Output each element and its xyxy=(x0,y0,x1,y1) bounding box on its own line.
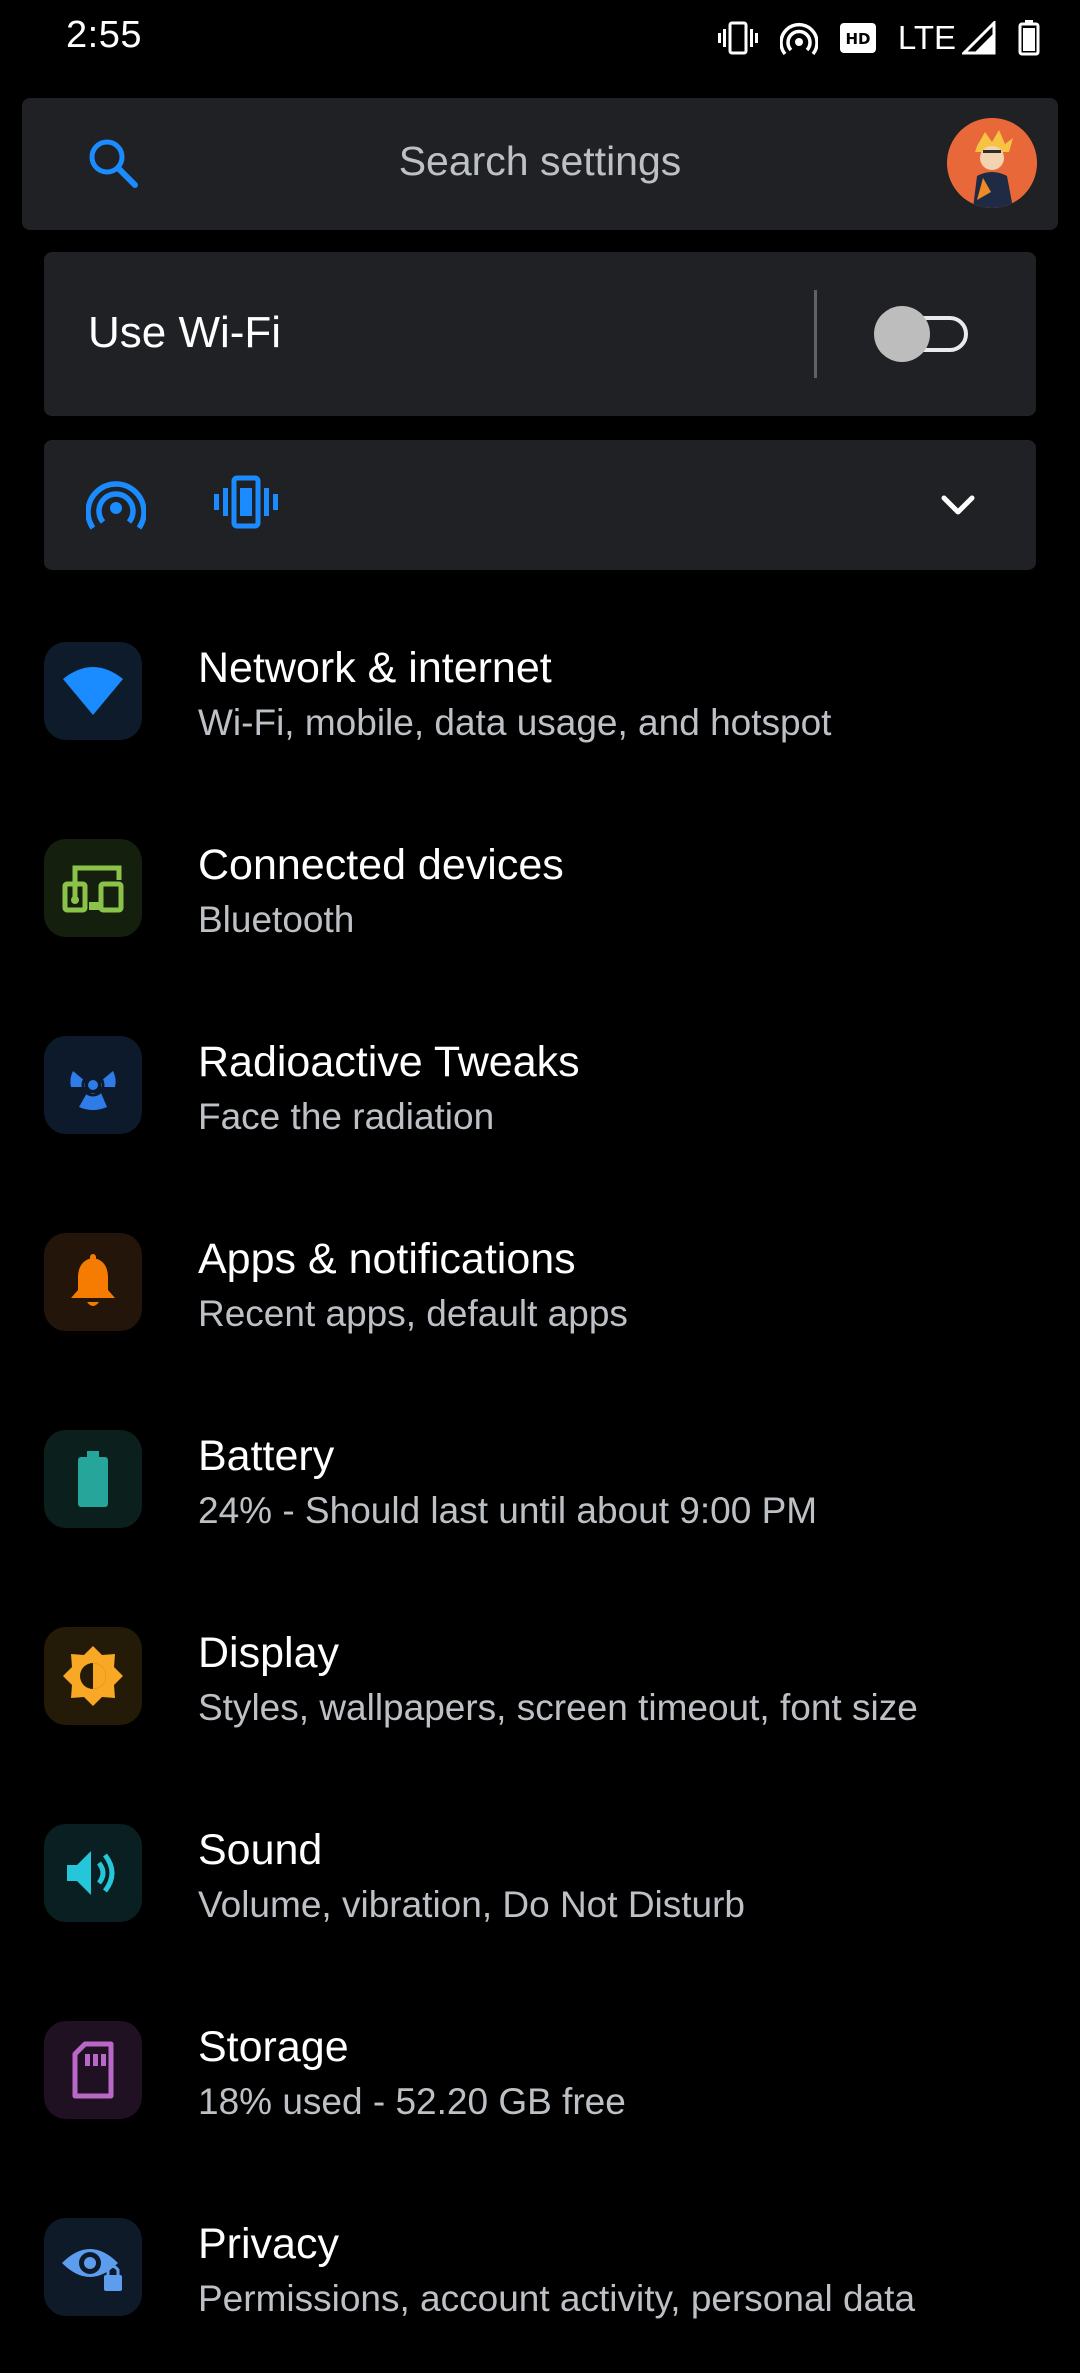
item-title: Connected devices xyxy=(198,841,564,889)
setting-display[interactable]: Display Styles, wallpapers, screen timeo… xyxy=(0,1585,1080,1782)
wifi-card[interactable]: Use Wi-Fi xyxy=(44,252,1036,416)
item-title: Apps & notifications xyxy=(198,1235,576,1283)
search-bar[interactable]: Search settings xyxy=(22,98,1058,230)
hotspot-icon[interactable] xyxy=(85,474,147,535)
signal-icon xyxy=(962,21,996,55)
network-type: LTE xyxy=(897,19,956,56)
search-input[interactable]: Search settings xyxy=(22,138,1058,185)
setting-radioactive-tweaks[interactable]: Radioactive Tweaks Face the radiation xyxy=(0,994,1080,1191)
item-title: Battery xyxy=(198,1432,335,1480)
radiation-icon xyxy=(44,1036,142,1134)
item-title: Privacy xyxy=(198,2220,339,2268)
wifi-toggle[interactable] xyxy=(874,306,974,362)
hd-icon: HD xyxy=(839,23,876,53)
status-icons: HD LTE xyxy=(717,16,1040,60)
item-title: Storage xyxy=(198,2023,349,2071)
setting-connected-devices[interactable]: Connected devices Bluetooth xyxy=(0,797,1080,994)
devices-icon xyxy=(44,839,142,937)
item-subtitle: Styles, wallpapers, screen timeout, font… xyxy=(198,1687,918,1728)
toggle-thumb xyxy=(874,306,930,362)
setting-sound[interactable]: Sound Volume, vibration, Do Not Disturb xyxy=(0,1782,1080,1979)
item-subtitle: Volume, vibration, Do Not Disturb xyxy=(198,1884,746,1925)
wifi-divider xyxy=(814,290,817,378)
item-subtitle: 24% - Should last until about 9:00 PM xyxy=(198,1490,818,1531)
item-subtitle: Recent apps, default apps xyxy=(198,1293,628,1334)
vibrate-icon[interactable] xyxy=(214,474,278,535)
status-bar: 2:55 HD LTE xyxy=(0,0,1080,80)
avatar[interactable] xyxy=(947,118,1037,208)
status-time: 2:55 xyxy=(66,14,142,56)
item-title: Radioactive Tweaks xyxy=(198,1038,580,1086)
brightness-icon xyxy=(44,1627,142,1725)
vibrate-icon xyxy=(717,20,758,56)
bell-icon xyxy=(44,1233,142,1331)
conditions-card[interactable] xyxy=(44,440,1036,570)
wifi-icon xyxy=(44,642,142,740)
item-subtitle: Bluetooth xyxy=(198,899,355,940)
battery-icon xyxy=(1018,20,1040,56)
wifi-label: Use Wi-Fi xyxy=(88,308,282,357)
item-subtitle: Permissions, account activity, personal … xyxy=(198,2278,916,2319)
item-title: Network & internet xyxy=(198,644,552,692)
chevron-down-icon[interactable] xyxy=(936,484,980,533)
setting-apps-notifications[interactable]: Apps & notifications Recent apps, defaul… xyxy=(0,1191,1080,1388)
privacy-icon xyxy=(44,2218,142,2316)
setting-battery[interactable]: Battery 24% - Should last until about 9:… xyxy=(0,1388,1080,1585)
item-subtitle: Wi-Fi, mobile, data usage, and hotspot xyxy=(198,702,832,743)
item-subtitle: Face the radiation xyxy=(198,1096,495,1137)
setting-privacy[interactable]: Privacy Permissions, account activity, p… xyxy=(0,2176,1080,2373)
sd-card-icon xyxy=(44,2021,142,2119)
volume-icon xyxy=(44,1824,142,1922)
item-title: Display xyxy=(198,1629,339,1677)
item-title: Sound xyxy=(198,1826,323,1874)
item-subtitle: 18% used - 52.20 GB free xyxy=(198,2081,626,2122)
hotspot-icon xyxy=(779,21,818,55)
battery-icon xyxy=(44,1430,142,1528)
hd-label: HD xyxy=(845,30,870,48)
setting-storage[interactable]: Storage 18% used - 52.20 GB free xyxy=(0,1979,1080,2176)
setting-network[interactable]: Network & internet Wi-Fi, mobile, data u… xyxy=(0,600,1080,797)
